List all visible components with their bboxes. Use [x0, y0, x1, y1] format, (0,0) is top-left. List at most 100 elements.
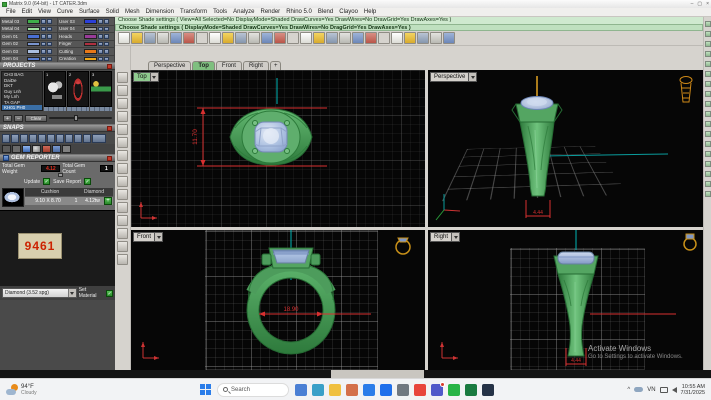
- layer-lock-button[interactable]: [47, 57, 52, 62]
- menu-view[interactable]: View: [35, 9, 54, 15]
- side-tool-icon[interactable]: [705, 81, 711, 87]
- side-tool-icon[interactable]: [705, 71, 711, 77]
- layer-color-swatch[interactable]: [27, 27, 40, 32]
- layer-lock-button[interactable]: [47, 42, 52, 47]
- view-tool-icon[interactable]: [117, 202, 128, 213]
- int-icon[interactable]: [47, 134, 55, 143]
- menu-clayoo[interactable]: Clayoo: [336, 9, 361, 15]
- layer-visibility-button[interactable]: [98, 27, 103, 32]
- zoom-extents-icon[interactable]: [274, 32, 286, 44]
- undo-icon[interactable]: [235, 32, 247, 44]
- layer-manager-icon[interactable]: [443, 32, 455, 44]
- cut-icon[interactable]: [183, 32, 195, 44]
- layer-row[interactable]: Heads: [58, 33, 114, 40]
- menu-transform[interactable]: Transform: [177, 9, 210, 15]
- excel-icon[interactable]: [465, 384, 477, 396]
- layer-lock-button[interactable]: [47, 27, 52, 32]
- layer-color-swatch[interactable]: [84, 27, 97, 32]
- project-thumbnail[interactable]: 2: [67, 71, 89, 111]
- side-tool-icon[interactable]: [705, 121, 711, 127]
- split-icon[interactable]: [391, 32, 403, 44]
- language-indicator[interactable]: VN: [647, 387, 655, 393]
- view-tool-icon[interactable]: [117, 72, 128, 83]
- dropdown-arrow-icon[interactable]: [68, 289, 76, 297]
- tab-right[interactable]: Right: [243, 61, 269, 70]
- network-icon[interactable]: [660, 387, 668, 393]
- join-icon[interactable]: [404, 32, 416, 44]
- preview-icon[interactable]: [170, 32, 182, 44]
- project-thumbnail[interactable]: 1: [44, 71, 66, 111]
- layer-row[interactable]: Gem 01: [1, 33, 57, 40]
- new-icon[interactable]: [118, 32, 130, 44]
- chrome-icon[interactable]: [414, 384, 426, 396]
- side-tool-icon[interactable]: [705, 61, 711, 67]
- view-tool-icon[interactable]: [117, 163, 128, 174]
- menu-dimension[interactable]: Dimension: [143, 9, 177, 15]
- mid-icon[interactable]: [29, 134, 37, 143]
- menu-file[interactable]: File: [3, 9, 19, 15]
- layer-row[interactable]: User 04: [58, 26, 114, 33]
- view-tool-icon[interactable]: [117, 98, 128, 109]
- gray-tool-icon[interactable]: [62, 145, 71, 153]
- view-tool-icon[interactable]: [117, 111, 128, 122]
- layer-lock-button[interactable]: [47, 49, 52, 54]
- thumbnail-buttons[interactable]: [44, 107, 66, 111]
- menu-analyze[interactable]: Analyze: [230, 9, 257, 15]
- side-tool-icon[interactable]: [705, 41, 711, 47]
- side-tool-icon[interactable]: [705, 191, 711, 197]
- side-tool-icon[interactable]: [705, 91, 711, 97]
- viewport-menu-icon[interactable]: [452, 232, 460, 242]
- viewport-label-right[interactable]: Right: [430, 232, 460, 242]
- layer-color-swatch[interactable]: [27, 49, 40, 54]
- perp-icon[interactable]: [56, 134, 64, 143]
- layer-visibility-button[interactable]: [98, 42, 103, 47]
- layer-color-swatch[interactable]: [84, 49, 97, 54]
- layer-visibility-button[interactable]: [41, 42, 46, 47]
- layer-lock-button[interactable]: [104, 19, 109, 24]
- close-button[interactable]: ×: [706, 1, 709, 7]
- teams-icon[interactable]: [431, 384, 443, 396]
- gem-add-button[interactable]: +: [104, 197, 112, 205]
- thumbnail-buttons[interactable]: [90, 107, 112, 111]
- tan-icon[interactable]: [65, 134, 73, 143]
- layer-lock-button[interactable]: [47, 19, 52, 24]
- redo-icon[interactable]: [248, 32, 260, 44]
- cen-icon[interactable]: [38, 134, 46, 143]
- steam-icon[interactable]: [482, 384, 494, 396]
- layer-row[interactable]: Metal 04: [1, 26, 57, 33]
- layer-color-swatch[interactable]: [84, 19, 97, 24]
- layer-color-swatch[interactable]: [84, 57, 97, 62]
- layer-row[interactable]: Gem 02: [1, 41, 57, 48]
- viewport-menu-icon[interactable]: [155, 232, 163, 242]
- panel-close-icon[interactable]: [107, 156, 112, 161]
- view-tool-icon[interactable]: [117, 85, 128, 96]
- layer-color-swatch[interactable]: [27, 34, 40, 39]
- project-thumbnail[interactable]: 3: [90, 71, 112, 111]
- knot-icon[interactable]: [83, 134, 91, 143]
- delete-icon[interactable]: [222, 32, 234, 44]
- set-material-button[interactable]: ✓: [106, 290, 113, 297]
- layer-visibility-button[interactable]: [41, 34, 46, 39]
- disable-icon[interactable]: [92, 134, 106, 143]
- viewport-label-front[interactable]: Front: [133, 232, 163, 242]
- side-tool-icon[interactable]: [705, 151, 711, 157]
- photos-icon[interactable]: [346, 384, 358, 396]
- view-tool-icon[interactable]: [117, 150, 128, 161]
- layer-lock-button[interactable]: [104, 57, 109, 62]
- view-tool-icon[interactable]: [117, 176, 128, 187]
- layer-row[interactable]: Gem 04: [1, 56, 57, 63]
- menu-tools[interactable]: Tools: [210, 9, 230, 15]
- gem-panel-splitter[interactable]: [2, 173, 113, 177]
- layer-color-swatch[interactable]: [27, 42, 40, 47]
- thumbnail-size-slider[interactable]: [49, 117, 112, 119]
- side-tool-icon[interactable]: [705, 31, 711, 37]
- panel-close-icon[interactable]: [107, 126, 112, 131]
- layer-visibility-button[interactable]: [41, 57, 46, 62]
- layer-visibility-button[interactable]: [98, 34, 103, 39]
- clock[interactable]: 10:55 AM 7/31/2025: [681, 384, 705, 396]
- copy-icon[interactable]: [196, 32, 208, 44]
- view-tool-icon[interactable]: [117, 189, 128, 200]
- edge-icon[interactable]: [363, 384, 375, 396]
- layer-visibility-button[interactable]: [41, 49, 46, 54]
- save-icon[interactable]: [144, 32, 156, 44]
